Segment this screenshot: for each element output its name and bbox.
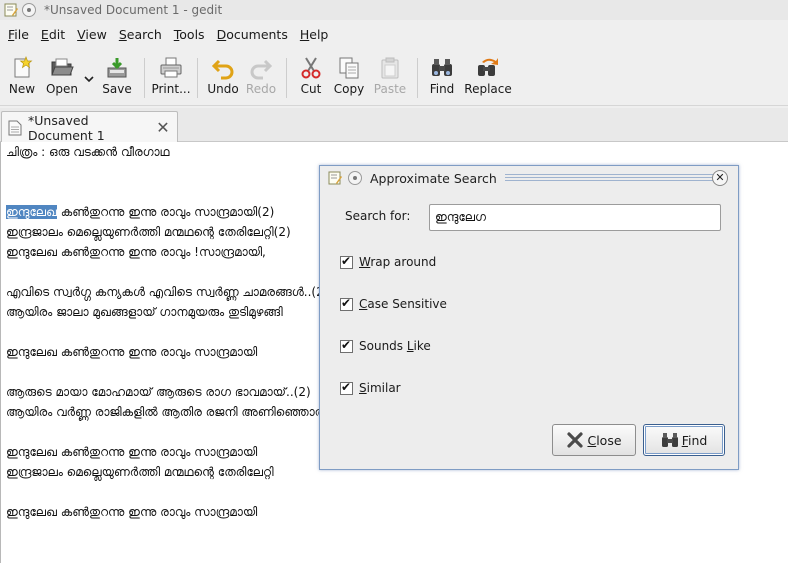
open-button[interactable]: Open [42, 50, 82, 104]
editor-line: ആയിരം വര്‍ണ്ണ രാജികളില്‍ ആതിര രജനി അണിഞ്… [6, 405, 327, 419]
editor-line: ഇന്ദ്രജാലം മെല്ലെയുണര്‍ത്തി മന്മഥന്റെ തേ… [6, 465, 274, 479]
replace-button[interactable]: Replace [460, 50, 516, 104]
editor-line: ആയിരം ജാലാ മുഖങ്ങളായ് ഗാനമുയരും തുടിമുഴങ… [6, 305, 283, 319]
editor-line: ചിത്രം : ഒരു വടക്കന്‍ വീരഗാഥ [6, 145, 170, 159]
menu-documents[interactable]: Documents [211, 27, 294, 42]
menu-edit[interactable]: Edit [35, 27, 71, 42]
binoculars-icon [432, 59, 452, 76]
dialog-menu-button[interactable] [348, 171, 362, 185]
binoculars-icon [661, 433, 678, 447]
search-input[interactable]: ഇന്ദുലേഗ [429, 204, 721, 231]
checkbox-checked[interactable] [340, 338, 353, 353]
tab-unsaved-document-1[interactable]: *Unsaved Document 1 ✕ [1, 111, 178, 143]
document-tabstrip: *Unsaved Document 1 ✕ [0, 108, 788, 143]
checkbox-checked[interactable] [340, 254, 353, 269]
editor-line: ഇന്ദ്രജാലം മെല്ലെയുണര്‍ത്തി മന്മഥന്റെ തേ… [6, 225, 291, 239]
redo-button[interactable]: Redo [242, 50, 280, 104]
tab-label: *Unsaved Document 1 [28, 112, 105, 143]
toolbar-separator [144, 58, 145, 98]
chevron-down-icon [84, 76, 94, 83]
paste-icon [381, 57, 399, 79]
wrap-around-checkbox[interactable]: Wrap around [340, 253, 436, 271]
copy-button[interactable]: Copy [329, 50, 369, 104]
open-folder-icon [51, 58, 74, 76]
toolbar-separator [197, 58, 198, 98]
checkbox-label: Sounds Like [359, 339, 431, 353]
toolbar: New Open Save Print... Undo Redo Cut Cop… [0, 50, 788, 106]
find-replace-icon [478, 58, 498, 76]
toolbar-separator [417, 58, 418, 98]
undo-icon [211, 59, 234, 80]
window-menu-button[interactable] [22, 3, 36, 17]
editor-line: ഇന്ദുലേഖ കണ്‍തുറന്നു ഇന്നു രാവും സാന്ദ്ര… [6, 345, 258, 359]
editor-line: ആരുടെ മായാ മോഹമായ് ആരുടെ രാഗ ഭാവമായ്..(2… [6, 385, 311, 399]
printer-icon [160, 57, 182, 78]
new-document-icon [14, 56, 33, 78]
checkbox-label: Similar [359, 381, 401, 395]
text-file-icon [8, 120, 22, 135]
window-title: *Unsaved Document 1 - gedit [44, 3, 223, 17]
cut-button[interactable]: Cut [293, 50, 329, 104]
dialog-titlebar: Approximate Search [320, 166, 738, 190]
dialog-title: Approximate Search [370, 170, 497, 186]
case-sensitive-checkbox[interactable]: Case Sensitive [340, 295, 447, 313]
approximate-search-dialog: Approximate Search ✕ Search for: ഇന്ദുലേ… [319, 165, 739, 470]
open-recent-dropdown[interactable] [82, 50, 96, 104]
find-button[interactable]: Find [424, 50, 460, 104]
gedit-app-icon[interactable] [328, 171, 342, 185]
copy-icon [339, 57, 359, 79]
checkbox-label: Case Sensitive [359, 297, 447, 311]
window-titlebar: *Unsaved Document 1 - gedit [0, 0, 788, 20]
close-x-icon [567, 432, 584, 448]
menu-tools[interactable]: Tools [168, 27, 211, 42]
checkbox-checked[interactable] [340, 296, 353, 311]
dialog-close-icon[interactable]: ✕ [712, 170, 728, 186]
titlebar-grip [504, 173, 726, 183]
checkbox-checked[interactable] [340, 380, 353, 395]
search-for-label: Search for: [345, 209, 411, 223]
menu-file[interactable]: File [2, 27, 35, 42]
editor-line: ഇന്ദുലേഖ കണ്‍തുറന്നു ഇന്നു രാവും !സാന്ദ്… [6, 245, 266, 259]
menu-help[interactable]: Help [294, 27, 335, 42]
save-icon [107, 58, 127, 78]
scissors-icon [301, 57, 321, 79]
save-button[interactable]: Save [96, 50, 138, 104]
editor-line: ഇന്ദുലേഖ കണ്‍തുറന്നു ഇന്നു രാവും സാന്ദ്ര… [5, 204, 275, 220]
checkbox-label: Wrap around [359, 255, 437, 269]
toolbar-separator [286, 58, 287, 98]
menu-search[interactable]: Search [113, 27, 168, 42]
similar-checkbox[interactable]: Similar [340, 379, 401, 397]
find-dialog-button[interactable]: Find [643, 424, 725, 456]
new-button[interactable]: New [2, 50, 42, 104]
undo-button[interactable]: Undo [204, 50, 242, 104]
close-button[interactable]: Close [552, 424, 636, 456]
close-tab-icon[interactable]: ✕ [155, 119, 171, 136]
editor-line: എവിടെ സ്വര്‍ഗ്ഗ കന്യകള്‍ എവിടെ സ്വര്‍ണ്ണ… [6, 285, 329, 299]
editor-line: ഇന്ദുലേഖ കണ്‍തുറന്നു ഇന്നു രാവും സാന്ദ്ര… [6, 445, 258, 459]
menubar: File Edit View Search Tools Documents He… [0, 22, 788, 46]
paste-button[interactable]: Paste [369, 50, 411, 104]
print-button[interactable]: Print... [151, 50, 191, 104]
selected-text: ഇന്ദുലേഖ [5, 204, 58, 220]
sounds-like-checkbox[interactable]: Sounds Like [340, 337, 431, 355]
gedit-app-icon[interactable] [4, 3, 18, 17]
menu-view[interactable]: View [71, 27, 113, 42]
editor-line: ഇന്ദുലേഖ കണ്‍തുറന്നു ഇന്നു രാവും സാന്ദ്ര… [6, 505, 258, 519]
redo-icon [250, 59, 273, 80]
